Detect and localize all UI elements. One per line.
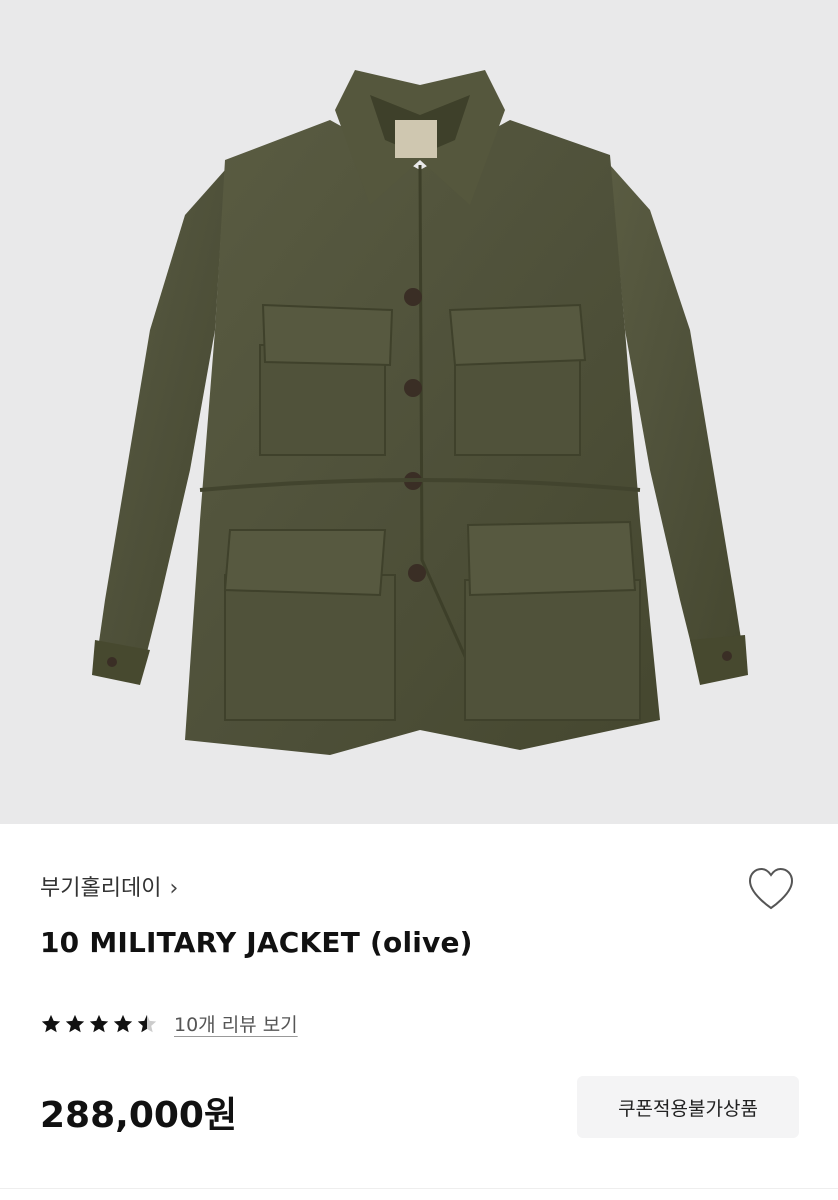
product-image[interactable] xyxy=(0,0,838,824)
brand-link[interactable]: 부기홀리데이 › xyxy=(40,874,178,904)
rating-row: 10개 리뷰 보기 xyxy=(40,1010,298,1037)
star-filled-icon xyxy=(113,1014,133,1032)
review-link[interactable]: 10개 리뷰 보기 xyxy=(174,1010,298,1037)
star-filled-icon xyxy=(41,1014,61,1032)
wishlist-heart-icon[interactable] xyxy=(746,866,796,912)
section-divider xyxy=(0,1188,838,1189)
chevron-right-icon: › xyxy=(169,876,179,901)
product-title: 10 MILITARY JACKET (olive) xyxy=(40,926,473,959)
star-filled-icon xyxy=(89,1014,109,1032)
star-half-icon xyxy=(137,1014,157,1032)
coupon-notice-badge: 쿠폰적용불가상품 xyxy=(577,1076,799,1138)
jacket-illustration xyxy=(92,70,748,755)
rating-stars xyxy=(40,1013,158,1035)
product-price: 288,000원 xyxy=(40,1095,238,1136)
brand-name: 부기홀리데이 xyxy=(40,876,162,901)
product-info: 부기홀리데이 › 10 MILITARY JACKET (olive) 10개 … xyxy=(0,824,838,1200)
star-filled-icon xyxy=(65,1014,85,1032)
